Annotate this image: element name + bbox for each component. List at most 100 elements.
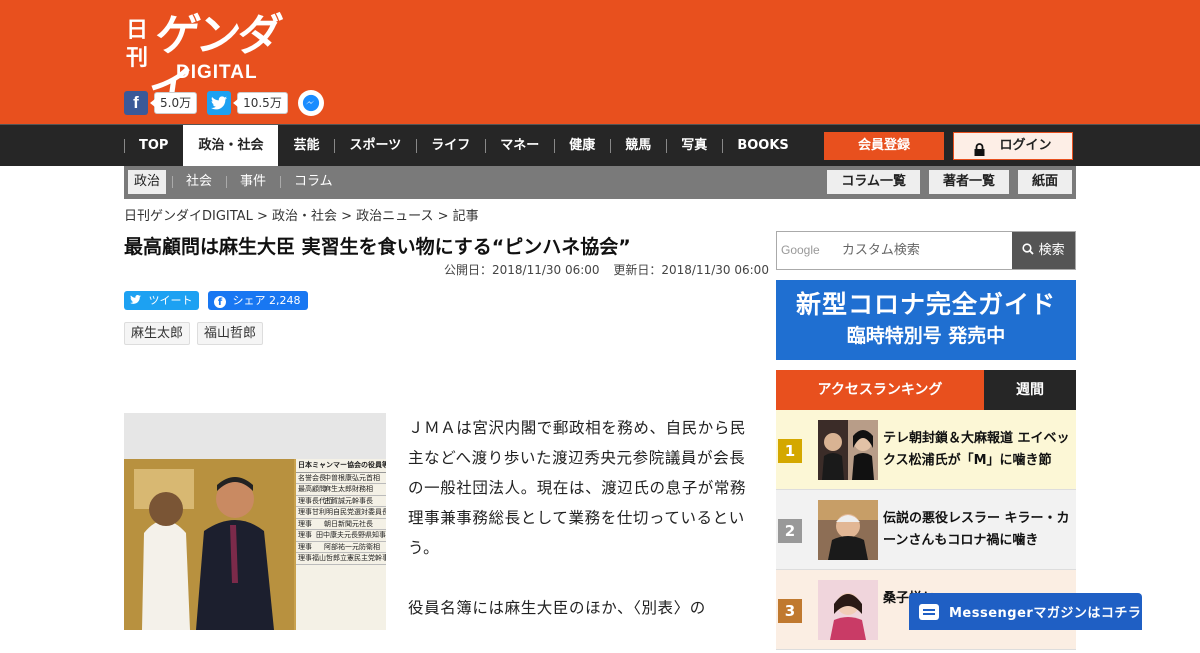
messenger-icon[interactable] [297,90,324,116]
officer-name: 田中康夫元長野県知事 [316,531,386,539]
paper-button[interactable]: 紙面 [1017,170,1072,194]
logo-digital-text: DIGITAL [176,62,258,83]
article-paragraph: 役員名簿には麻生大臣のほか、〈別表〉の [408,599,706,617]
tag-list: 麻生太郎 福山哲郎 [124,322,270,345]
banner-line1: 新型コロナ完全ガイド [795,290,1056,319]
sub-nav: 政治 社会 事件 コラム コラム一覧 著者一覧 紙面 [124,166,1076,199]
nav-horse-racing[interactable]: 競馬 [610,125,666,166]
tweet-button[interactable]: ツイート [124,291,199,310]
search-icon [1022,243,1038,258]
social-counters: f 5.0万 10.5万 [124,90,324,116]
article-title: 最高顧問は麻生大臣 実習生を食い物にする“ピンハネ協会” [124,236,631,258]
site-header: 日刊 ゲンダイ DIGITAL f 5.0万 10.5万 [0,0,1200,124]
facebook-share-icon: f [214,296,226,308]
banner-line2: 臨時特別号 発売中 [846,325,1006,347]
login-button[interactable]: ログイン [953,132,1073,160]
logo-day-text: 日刊 [126,17,149,71]
breadcrumb[interactable]: 日刊ゲンダイDIGITAL > 政治・社会 > 政治ニュース > 記事 [124,205,479,224]
nav-health[interactable]: 健康 [554,125,610,166]
tag-aso[interactable]: 麻生太郎 [124,322,191,345]
officer-row: 理事福山哲郎立憲民主党幹事長 [296,553,386,565]
subnav-column[interactable]: コラム [280,170,347,194]
officer-name: 麻生太郎財務相 [324,485,373,493]
officer-role: 理事 [298,554,312,562]
search-input[interactable]: Google カスタム検索 [777,232,1013,269]
officer-name: 中曽根康弘元首相 [324,473,380,482]
officer-role: 理事 [298,519,312,528]
nav-money[interactable]: マネー [485,125,554,166]
share-label: シェア 2,248 [232,294,301,307]
messenger-label: Messengerマガジンはコチラ [949,606,1142,621]
ranking-weekly-tab[interactable]: 週間 [984,370,1076,410]
main-nav: TOP 政治・社会 芸能 スポーツ ライフ マネー 健康 競馬 写真 BOOKS… [0,124,1200,166]
officer-row: 理事 阿部祐一元防衛相 [296,542,386,553]
nav-politics-society[interactable]: 政治・社会 [183,125,279,166]
article-body: ＪＭＡは宮沢内閣で郵政相を務め、自民から民主などへ渡り歩いた渡辺秀央元参院議員が… [408,413,760,653]
subnav-incident[interactable]: 事件 [226,170,280,194]
chat-icon [919,603,939,620]
officer-row: 最高顧問 麻生太郎財務相 [296,484,386,496]
facebook-icon[interactable]: f [124,91,148,115]
nav-top[interactable]: TOP [124,125,183,166]
officer-table-heading: 日本ミャンマー協会の役員等 [296,459,386,473]
register-button[interactable]: 会員登録 [824,132,944,160]
login-label: ログイン [999,138,1052,153]
rank-number: 3 [778,599,802,623]
officer-row: 理事長代行 古賀誠元幹事長 [296,496,386,507]
updated-date: 更新日：2018/11/30 06:00 [613,263,769,277]
ranking-thumbnail [818,500,878,560]
nav-life[interactable]: ライフ [416,125,485,166]
nav-entertainment[interactable]: 芸能 [278,125,334,166]
article-photo: 日本ミャンマー協会の役員等 名誉会長 中曽根康弘元首相 最高顧問 麻生太郎財務相 理… [124,413,386,630]
author-list-button[interactable]: 著者一覧 [928,170,1009,194]
tag-fukuyama[interactable]: 福山哲郎 [197,322,264,345]
ranking-title-tab[interactable]: アクセスランキング [776,370,984,410]
twitter-icon[interactable] [207,91,232,115]
officer-row: 名誉会長 中曽根康弘元首相 [296,473,386,484]
messenger-magazine-button[interactable]: Messengerマガジンはコチラ [909,593,1142,630]
ranking-thumbnail [818,420,878,480]
ranking-headline: 伝説の悪役レスラー キラー・カーンさんもコロナ禍に噛き [883,511,1070,548]
twitter-count: 10.5万 [233,92,288,114]
officer-role: 最高顧問 [298,485,326,493]
officer-row: 理事 甘利明自民党選対委員長 [296,507,386,519]
officer-name: 福山哲郎立憲民主党幹事長 [312,554,386,562]
column-list-button[interactable]: コラム一覧 [827,170,920,194]
search-placeholder: カスタム検索 [841,243,920,258]
ranking-item[interactable]: 1 テレ朝封鎖＆大麻報道 エイベックス松浦氏が「M」に噛き節 [776,410,1076,490]
officer-role: 理事 [298,542,312,551]
lock-icon [974,140,985,156]
published-date: 公開日：2018/11/30 06:00 [444,263,600,277]
officer-row: 理事 田中康夫元長野県知事 [296,530,386,542]
officer-name: 古賀誠元幹事長 [324,496,373,505]
rank-number: 1 [778,439,802,463]
subnav-politics[interactable]: 政治 [128,170,167,194]
ranking-header: アクセスランキング 週間 [776,370,1076,410]
officer-table: 日本ミャンマー協会の役員等 名誉会長 中曽根康弘元首相 最高顧問 麻生太郎財務相 理… [296,459,386,565]
nav-books[interactable]: BOOKS [722,125,803,166]
ranking-thumbnail [818,580,878,640]
site-search: Google カスタム検索 検索 [776,231,1076,270]
nav-sports[interactable]: スポーツ [334,125,416,166]
officer-row: 理事 朝日新聞元社長 [296,519,386,530]
officer-name: 甘利明自民党選対委員長 [312,508,386,516]
officer-name: 阿部祐一元防衛相 [324,542,380,551]
subnav-society[interactable]: 社会 [172,170,226,194]
site-logo[interactable]: 日刊 ゲンダイ DIGITAL [126,10,306,113]
tweet-label: ツイート [148,294,193,307]
search-button[interactable]: 検索 [1012,232,1075,269]
search-button-label: 検索 [1038,243,1065,258]
officer-role: 理事 [298,531,312,539]
facebook-count: 5.0万 [149,92,198,114]
rank-number: 2 [778,519,802,543]
corona-guide-banner[interactable]: 新型コロナ完全ガイド 臨時特別号 発売中 [776,280,1076,360]
twitter-bird-icon [130,294,145,307]
officer-role: 理事 [298,508,312,516]
officer-role: 名誉会長 [298,473,326,482]
ranking-item[interactable]: 2 伝説の悪役レスラー キラー・カーンさんもコロナ禍に噛き [776,490,1076,570]
facebook-share-button[interactable]: f シェア 2,248 [208,291,308,310]
officer-role: 理事長代行 [298,496,333,505]
ranking-headline: テレ朝封鎖＆大麻報道 エイベックス松浦氏が「M」に噛き節 [883,431,1070,468]
nav-photo[interactable]: 写真 [666,125,722,166]
google-brand-label: Google [781,243,820,257]
